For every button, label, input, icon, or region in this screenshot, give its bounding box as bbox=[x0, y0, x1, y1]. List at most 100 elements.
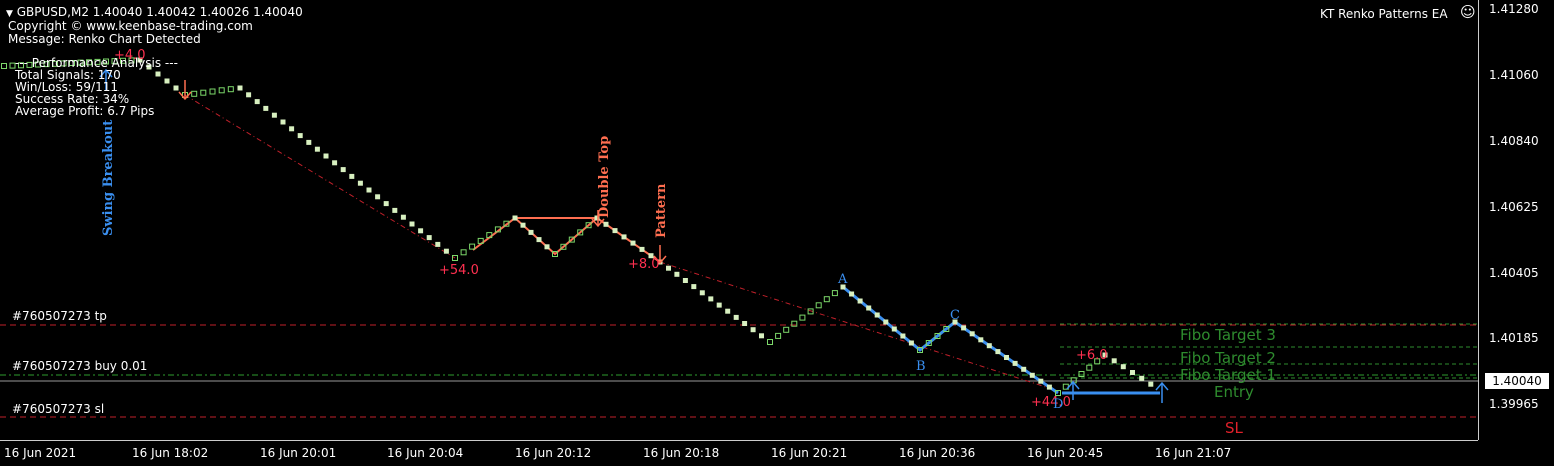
renko-brick bbox=[536, 237, 542, 243]
renko-brick bbox=[544, 244, 550, 250]
renko-brick bbox=[460, 249, 467, 256]
renko-brick bbox=[349, 173, 355, 179]
renko-brick bbox=[173, 85, 179, 91]
price-tick: 1.41060 bbox=[1489, 68, 1539, 82]
renko-brick bbox=[383, 201, 389, 207]
renko-brick bbox=[759, 333, 764, 339]
average-profit: Average Profit: 6.7 Pips bbox=[15, 104, 155, 118]
profit-label: +4.0 bbox=[114, 48, 146, 63]
renko-brick bbox=[775, 332, 782, 339]
chart-area[interactable]: ▼ GBPUSD,M2 1.40040 1.40042 1.40026 1.40… bbox=[0, 0, 1478, 440]
price-tick: 1.41280 bbox=[1489, 2, 1539, 16]
smiley-face-icon[interactable]: ☺ bbox=[1460, 5, 1476, 20]
renko-brick bbox=[246, 92, 252, 98]
buy-line-label[interactable]: #760507273 buy 0.01 bbox=[12, 359, 147, 373]
renko-brick bbox=[280, 119, 286, 125]
renko-brick bbox=[1139, 375, 1145, 381]
renko-brick bbox=[995, 349, 1001, 355]
profit-label: +6.0 bbox=[1076, 348, 1108, 363]
renko-brick bbox=[323, 153, 329, 159]
renko-brick bbox=[400, 214, 406, 220]
renko-brick bbox=[708, 296, 714, 302]
renko-brick bbox=[986, 343, 992, 349]
time-scale[interactable]: 16 Jun 2021 16 Jun 18:02 16 Jun 20:01 16… bbox=[0, 440, 1478, 466]
dropdown-triangle-icon[interactable]: ▼ bbox=[6, 9, 13, 19]
renko-brick bbox=[1038, 378, 1044, 384]
fibo-target-3-label: Fibo Target 3 bbox=[1180, 326, 1276, 344]
message-text: Message: Renko Chart Detected bbox=[8, 32, 201, 46]
renko-brick bbox=[1012, 360, 1018, 366]
renko-brick bbox=[314, 146, 320, 152]
profit-label: +44.0 bbox=[1031, 395, 1071, 410]
renko-brick bbox=[1004, 355, 1009, 360]
current-price-badge: 1.40040 bbox=[1485, 373, 1549, 389]
time-tick: 16 Jun 21:07 bbox=[1155, 446, 1232, 460]
renko-brick bbox=[1078, 371, 1085, 377]
renko-brick bbox=[200, 89, 207, 96]
renko-brick bbox=[799, 314, 806, 321]
renko-brick bbox=[155, 71, 161, 77]
time-tick: 16 Jun 20:01 bbox=[260, 446, 337, 460]
renko-brick bbox=[289, 126, 295, 132]
tp-line-label[interactable]: #760507273 tp bbox=[12, 309, 107, 323]
point-b-label: B bbox=[916, 359, 926, 374]
sell-arrow-icon bbox=[178, 80, 192, 101]
renko-brick bbox=[1148, 381, 1154, 387]
renko-brick bbox=[674, 271, 680, 277]
time-tick: 16 Jun 18:02 bbox=[132, 446, 209, 460]
renko-brick bbox=[883, 319, 889, 325]
renko-brick bbox=[512, 215, 518, 221]
time-tick: 16 Jun 20:36 bbox=[899, 446, 976, 460]
time-tick: 16 Jun 20:18 bbox=[643, 446, 720, 460]
renko-brick bbox=[823, 296, 830, 303]
fibo-entry-label: Entry bbox=[1214, 383, 1254, 401]
abcd-pattern-line bbox=[842, 285, 1059, 395]
trend-line-1 bbox=[184, 94, 456, 259]
renko-brick bbox=[750, 327, 756, 333]
double-top-pattern-line bbox=[472, 216, 661, 263]
symbol-ohlc-text: GBPUSD,M2 1.40040 1.40042 1.40026 1.4004… bbox=[16, 5, 303, 19]
renko-brick bbox=[297, 133, 303, 139]
renko-brick bbox=[978, 337, 984, 343]
price-scale[interactable]: 1.41280 1.41060 1.40840 1.40625 1.40405 … bbox=[1478, 0, 1554, 440]
point-a-label: A bbox=[838, 272, 848, 287]
sl-line-label[interactable]: #760507273 sl bbox=[12, 402, 104, 416]
renko-brick bbox=[874, 312, 880, 318]
renko-brick bbox=[866, 305, 872, 311]
renko-brick bbox=[1021, 366, 1027, 372]
renko-brick bbox=[520, 222, 526, 228]
time-tick: 16 Jun 20:12 bbox=[515, 446, 592, 460]
renko-brick bbox=[375, 194, 381, 200]
renko-brick bbox=[603, 221, 609, 227]
renko-brick bbox=[1111, 358, 1117, 364]
renko-brick bbox=[857, 298, 863, 304]
profit-label: +54.0 bbox=[439, 263, 479, 278]
renko-brick bbox=[435, 241, 441, 247]
renko-brick bbox=[1086, 364, 1093, 371]
fibo-target-1-label: Fibo Target 1 bbox=[1180, 366, 1276, 384]
renko-brick bbox=[639, 246, 645, 252]
renko-brick bbox=[227, 86, 234, 93]
renko-brick bbox=[831, 290, 838, 297]
renko-brick bbox=[767, 339, 773, 345]
renko-brick bbox=[357, 180, 363, 186]
ea-name: KT Renko Patterns EA bbox=[1320, 7, 1448, 21]
renko-brick bbox=[630, 240, 636, 246]
renko-brick bbox=[263, 105, 269, 111]
renko-brick bbox=[908, 340, 914, 346]
renko-brick bbox=[306, 139, 312, 145]
renko-brick bbox=[666, 265, 671, 271]
renko-brick bbox=[733, 314, 739, 320]
time-tick: 16 Jun 2021 bbox=[4, 446, 77, 460]
time-tick: 16 Jun 20:45 bbox=[1027, 446, 1104, 460]
renko-brick bbox=[1130, 370, 1135, 375]
renko-brick bbox=[682, 278, 688, 283]
point-c-label: C bbox=[950, 308, 960, 323]
point-d-label: D bbox=[1053, 397, 1064, 412]
trend-line-2 bbox=[659, 261, 1056, 391]
renko-brick bbox=[237, 85, 243, 91]
renko-brick bbox=[409, 221, 415, 227]
renko-brick bbox=[621, 234, 627, 240]
renko-brick bbox=[815, 302, 822, 309]
renko-brick bbox=[1029, 372, 1035, 378]
